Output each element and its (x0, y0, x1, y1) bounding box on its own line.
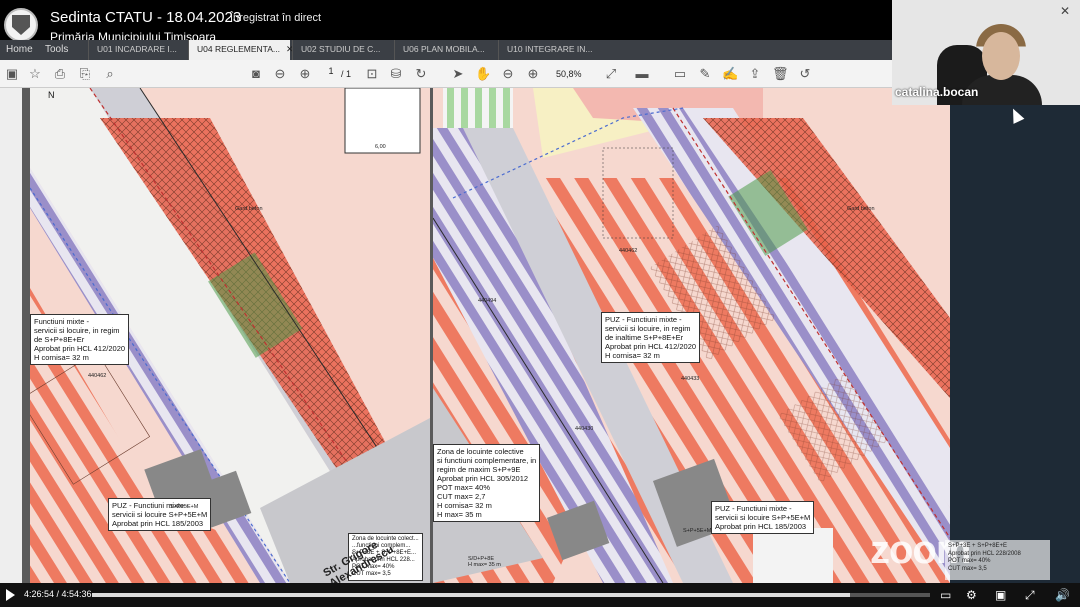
picture-in-picture-icon[interactable]: ▭ (940, 588, 951, 602)
document-area[interactable]: N Functiuni mixte - servicii si locuire,… (0, 88, 950, 583)
participant-name: catalina.bocan (895, 85, 979, 99)
select-arrow-icon[interactable]: ➤ (450, 66, 466, 82)
next-page-icon[interactable]: ⊕ (297, 66, 313, 82)
zoom-in-icon[interactable]: ⊕ (525, 66, 541, 82)
miniplayer-icon[interactable]: ▣ (995, 588, 1006, 602)
sign-icon[interactable]: ✍ (722, 66, 738, 82)
tab-label: U01 INCADRARE I... (97, 44, 177, 54)
tab-u02[interactable]: U02 STUDIU DE C... (292, 40, 392, 60)
participant-strip (950, 105, 1080, 583)
participant-head (982, 32, 1020, 80)
export-icon[interactable]: ⎙ (52, 66, 68, 82)
lot-code: 440494 (478, 298, 497, 304)
tab-u01[interactable]: U01 INCADRARE I... (88, 40, 186, 60)
tab-label: U06 PLAN MOBILA... (403, 44, 485, 54)
print-icon[interactable]: ⎘ (77, 66, 93, 82)
star-icon[interactable]: ☆ (27, 66, 43, 82)
rotate-icon[interactable]: ↻ (413, 66, 429, 82)
progress-fill (92, 593, 851, 597)
puz-label-right-2: PUZ - Functiuni mixte - servicii si locu… (711, 501, 815, 534)
highlight-icon[interactable]: ▬ (634, 66, 650, 82)
gard-beton-label: Gard beton (235, 206, 263, 212)
side-panel (0, 88, 22, 583)
house-code-s: S/D+P+8E H max= 35 m (468, 556, 501, 568)
lot-code: 440462 (619, 248, 638, 254)
search-icon[interactable]: ⌕ (102, 66, 118, 82)
page-number-input[interactable]: 1 (322, 66, 340, 82)
menu-home[interactable]: Home (6, 44, 33, 55)
tab-u04[interactable]: U04 REGLEMENTA... ✕ (188, 40, 294, 60)
zoom-out-icon[interactable]: ⊖ (500, 66, 516, 82)
tab-label: U04 REGLEMENTA... (197, 44, 280, 54)
lot-code: 440433 (681, 376, 700, 382)
toolbar: ▣ ☆ ⎙ ⎘ ⌕ ◙ ⊖ ⊕ 1 / 1 ⊡ ⛁ ↻ ➤ ✋ ⊖ ⊕ 50,8… (0, 60, 892, 88)
undo-icon[interactable]: ↺ (797, 66, 813, 82)
tab-label: U10 INTEGRARE IN... (507, 44, 593, 54)
stream-title: Sedinta CTATU - 18.04.2023 (50, 9, 242, 26)
zone-label-right: Zona de locuinte colective si functiuni … (433, 444, 541, 522)
house-code: S+P+5E+M (170, 504, 199, 510)
play-icon[interactable] (6, 589, 15, 601)
share-icon[interactable]: ⇪ (747, 66, 763, 82)
pen-icon[interactable]: ✎ (697, 66, 713, 82)
tab-u10[interactable]: U10 INTEGRARE IN... (498, 40, 596, 60)
gard-beton-label: Gard beton (847, 206, 875, 212)
fullscreen-icon[interactable]: ⤢ (1025, 588, 1035, 603)
plan-page-right: PUZ - Functiuni mixte - servicii si locu… (433, 88, 950, 583)
crest-icon (12, 15, 30, 35)
channel-logo-icon (4, 8, 38, 42)
zoom-region-icon[interactable]: ⊡ (364, 66, 380, 82)
trash-icon[interactable]: 🗑 (772, 66, 789, 82)
comment-icon[interactable]: ▭ (672, 66, 688, 82)
volume-icon[interactable]: 🔊 (1055, 588, 1070, 602)
hand-icon[interactable]: ✋ (475, 66, 491, 82)
svg-text:N: N (48, 90, 55, 100)
fit-icon[interactable]: ⤢ (603, 66, 619, 82)
stamp-icon[interactable]: ⛁ (388, 66, 404, 82)
tab-label: U02 STUDIU DE C... (301, 44, 381, 54)
snapshot-icon[interactable]: ◙ (248, 66, 264, 82)
save-icon[interactable]: ▣ (4, 66, 20, 82)
lot-code: 440430 (575, 426, 594, 432)
house-code: S+P+5E+M (683, 528, 712, 534)
watermark-overlay-text: S+P+3E + S+P+8E+E Aprobat prin HCL 228/2… (945, 540, 1050, 580)
settings-gear-icon[interactable]: ⚙ (966, 588, 977, 602)
stream-header: Sedinta CTATU - 18.04.2023 Înregistrat î… (0, 0, 892, 44)
time-readout: 4:26:54 / 4:54:36 (24, 589, 92, 599)
page-total: / 1 (341, 69, 352, 79)
menu-tools[interactable]: Tools (45, 44, 68, 55)
plan-page-left: N Functiuni mixte - servicii si locuire,… (30, 88, 430, 583)
tab-u06[interactable]: U06 PLAN MOBILA... (394, 40, 496, 60)
zoom-select[interactable]: 50,8% (556, 69, 582, 79)
live-label: Înregistrat în direct (230, 12, 322, 24)
puz-label-left-2: PUZ - Functiuni mixte - servicii si locu… (108, 498, 212, 531)
player-bar: 4:26:54 / 4:54:36 ▭ ⚙ ▣ ⤢ 🔊 (0, 583, 1080, 607)
section-width: 6,00 (375, 144, 386, 150)
puz-label-right-1: PUZ - Functiuni mixte - servicii si locu… (601, 312, 701, 363)
lot-code: 440462 (88, 373, 107, 379)
puz-label-left-1: Functiuni mixte - servicii si locuire, i… (30, 314, 130, 365)
close-icon[interactable]: ✕ (1060, 4, 1070, 18)
prev-page-icon[interactable]: ⊖ (272, 66, 288, 82)
progress-slider[interactable] (92, 593, 930, 597)
